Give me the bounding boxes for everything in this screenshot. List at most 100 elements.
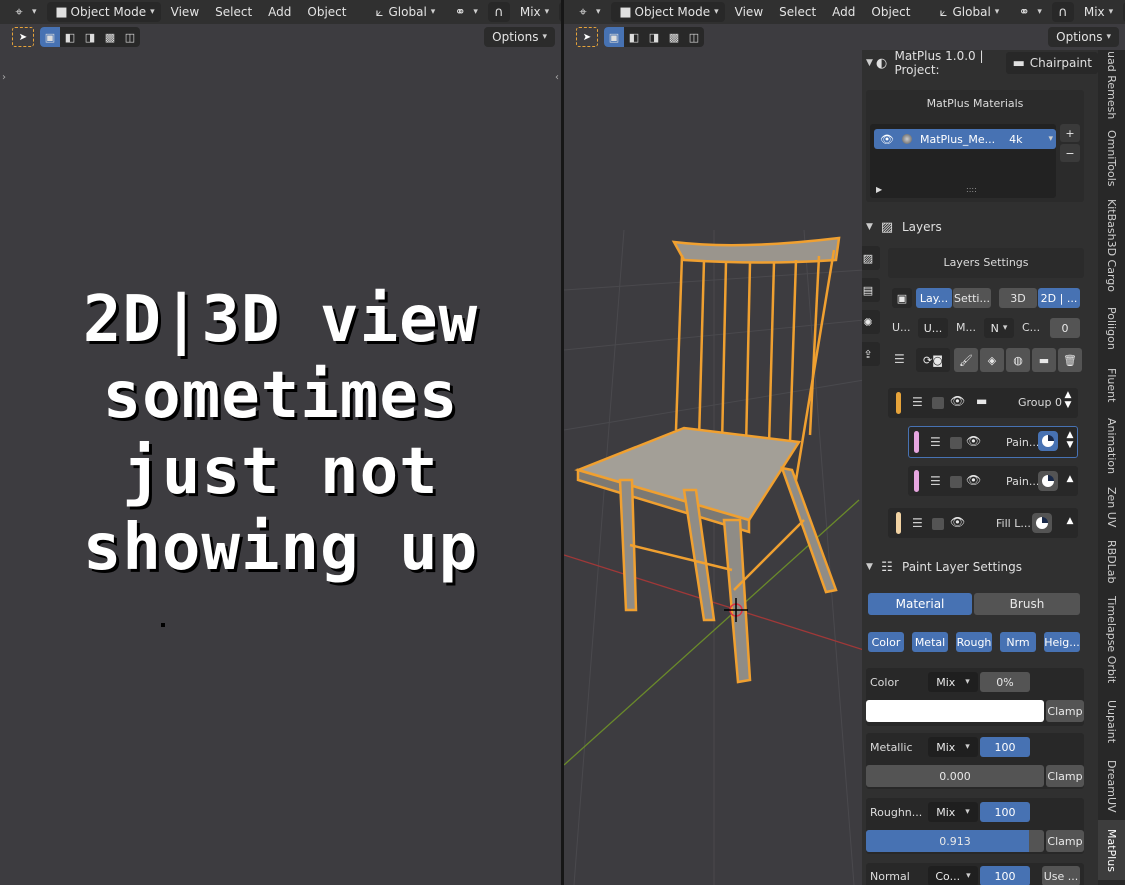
material-item[interactable]: 👁 MatPlus_Me... 4k ▾ [874,129,1056,149]
menu-object[interactable]: Object [865,2,916,22]
mode-dropdown[interactable]: ■ Object Mode ▾ [46,2,161,22]
layer-name[interactable]: Fill L... [996,517,1031,530]
select-tool-icon[interactable]: ➤ [576,27,598,47]
menu-view[interactable]: View [165,2,205,22]
channel-height-button[interactable]: Heig... [1044,632,1080,652]
layer-checkbox[interactable] [932,397,944,409]
channel-color-button[interactable]: Color [868,632,904,652]
tab-2d[interactable]: 2D | ... [1038,288,1080,308]
tab-settings[interactable]: Setti... [953,288,991,308]
drag-handle-icon[interactable]: ☰ [912,516,923,530]
layer-name[interactable]: Pain... [1006,436,1039,449]
menu-icon[interactable]: ☰ [894,352,905,366]
metallic-blend-dropdown[interactable]: Mix ▾ [928,737,978,757]
eye-icon[interactable]: 👁 [950,394,965,408]
normal-blend-dropdown[interactable]: Co... ▾ [928,866,978,885]
options-dropdown[interactable]: Options ▾ [484,27,555,47]
layer-type-icon[interactable] [1032,513,1052,533]
material-resolution[interactable]: 4k [1009,133,1022,146]
select-subtract-icon[interactable]: ◨ [644,27,664,47]
tab-3d[interactable]: 3D [999,288,1037,308]
tab-matplus[interactable]: MatPlus [1098,820,1125,880]
mode-dropdown[interactable]: ■ Object Mode ▾ [610,2,725,22]
menu-object[interactable]: Object [301,2,352,22]
menu-select[interactable]: Select [773,2,822,22]
transform-orientation-dropdown[interactable]: ⟀ Global ▾ [929,2,1006,22]
layer-name[interactable]: Pain... [1006,475,1039,488]
right-viewport-pane[interactable]: ⌖ ▾ ■ Object Mode ▾ View Select Add Object … [564,0,1125,885]
tab-dreamuv[interactable]: DreamUV [1098,756,1125,816]
eye-icon[interactable]: 👁 [950,515,965,529]
brush-icon[interactable]: 🖌 [954,348,978,372]
layers-panel-header[interactable]: ▼ ▨ Layers [862,216,1098,238]
channel-normal-button[interactable]: Nrm [1000,632,1036,652]
menu-add[interactable]: Add [262,2,297,22]
tab-material[interactable]: Material [868,593,972,615]
layer-checkbox[interactable] [950,437,962,449]
snap-button[interactable]: ∩ [487,2,510,22]
options-dropdown[interactable]: Options ▾ [1048,27,1119,47]
select-intersect-icon[interactable]: ▩ [664,27,684,47]
uv-field[interactable]: U... [918,318,948,338]
menu-add[interactable]: Add [826,2,861,22]
eye-icon[interactable]: 👁 [880,133,894,146]
folder-add-icon[interactable]: ▬ [1032,348,1056,372]
left-viewport-pane[interactable]: ⌖ ▾ ■ Object Mode ▾ View Select Add Object … [0,0,561,885]
sidebar-expand-icon[interactable]: ‹ [555,72,559,83]
select-intersect-icon[interactable]: ▩ [100,27,120,47]
viewport-3d[interactable] [564,50,864,885]
fill-bucket-icon[interactable]: ◈ [980,348,1004,372]
move-layer-icon[interactable]: ▲ ▼ [1062,390,1074,410]
remove-material-button[interactable]: − [1060,144,1080,162]
matplus-panel-header[interactable]: ▼ ◐ MatPlus 1.0.0 | Project: ▬ Chairpaint [862,50,1098,77]
normal-opacity-field[interactable]: 100 [980,866,1030,885]
eye-icon[interactable]: 👁 [966,473,981,487]
move-layer-icon[interactable]: ▲ ▼ [1064,430,1076,450]
drag-handle-icon[interactable]: ☰ [930,435,941,449]
export-icon[interactable]: ⇪ [862,342,880,366]
layer-checkbox[interactable] [932,518,944,530]
tab-timelapse-orbit[interactable]: Timelapse Orbit [1098,592,1125,688]
roughness-blend-dropdown[interactable]: Mix ▾ [928,802,978,822]
select-extend-icon[interactable]: ◧ [60,27,80,47]
editor-type-button[interactable]: ⌖ ▾ [4,2,43,22]
move-layer-up-icon[interactable]: ▲ [1064,516,1076,526]
drag-handle-icon[interactable]: ☰ [912,395,923,409]
n-dropdown[interactable]: N ▾ [984,318,1014,338]
toolbar-expand-icon[interactable]: › [2,72,6,83]
normal-use-button[interactable]: Use ... [1042,866,1080,885]
select-invert-icon[interactable]: ◫ [684,27,704,47]
select-new-icon[interactable]: ▣ [604,27,624,47]
proportional-dropdown[interactable]: Mix ▾ [1078,2,1119,22]
settings-gear-icon[interactable]: ✺ [862,310,880,334]
layer-checkbox[interactable] [950,476,962,488]
snap-button[interactable]: ∩ [1051,2,1074,22]
eye-icon[interactable]: 👁 [966,434,981,448]
layer-type-icon[interactable] [1038,471,1058,491]
proportional-dropdown[interactable]: Mix ▾ [514,2,555,22]
paint-settings-header[interactable]: ▼ ☷ Paint Layer Settings [862,556,1098,578]
select-invert-icon[interactable]: ◫ [120,27,140,47]
menu-view[interactable]: View [729,2,769,22]
select-tool-icon[interactable]: ➤ [12,27,34,47]
color-clamp-button[interactable]: Clamp [1046,700,1084,722]
menu-select[interactable]: Select [209,2,258,22]
layer-name[interactable]: Group 0 [1018,396,1062,409]
add-material-button[interactable]: + [1060,124,1080,142]
tab-rbdlab[interactable]: RBDLab [1098,536,1125,588]
bake-icon[interactable]: ▤ [862,278,880,302]
resize-grip-icon[interactable]: :::: [966,185,977,194]
play-arrow-icon[interactable]: ▶ [876,185,882,194]
pivot-button[interactable]: ⚭ ▾ [445,2,484,22]
color-opacity-field[interactable]: 0% [980,672,1030,692]
layer-mask-icon[interactable]: ⟳◙ [916,348,950,372]
transform-orientation-dropdown[interactable]: ⟀ Global ▾ [365,2,442,22]
c-field[interactable]: 0 [1050,318,1080,338]
select-new-icon[interactable]: ▣ [40,27,60,47]
layer-type-icon[interactable] [1038,431,1058,451]
tab-zen-uv[interactable]: Zen UV [1098,482,1125,532]
tab-animation[interactable]: Animation [1098,414,1125,478]
image-layers-icon[interactable]: ▨ [862,246,880,270]
trash-icon[interactable]: 🗑 [1058,348,1082,372]
chair-model[interactable] [574,236,841,684]
